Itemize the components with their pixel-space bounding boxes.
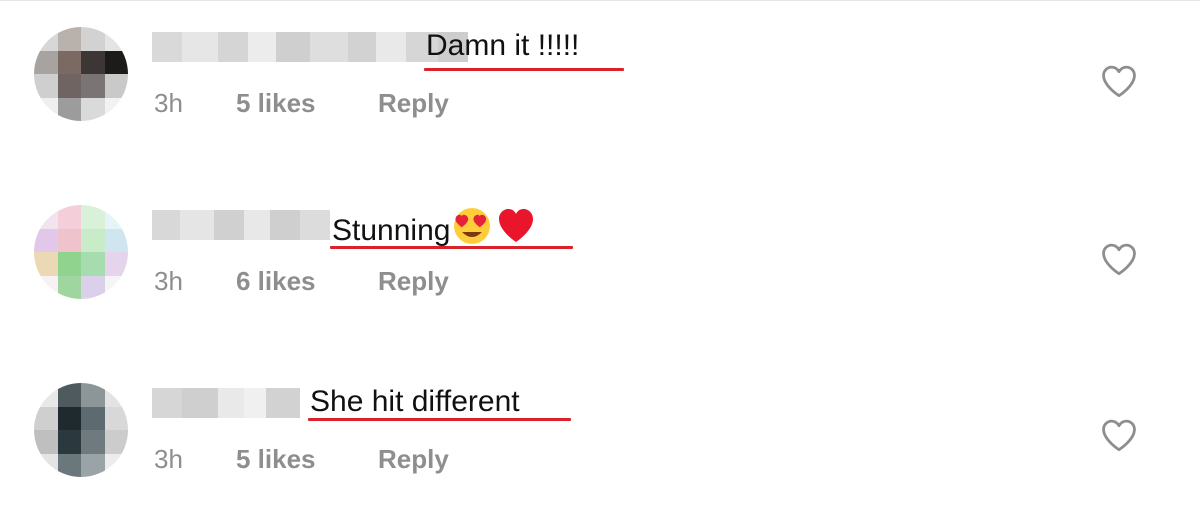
- comment-item: She hit different 3h 5 likes Reply: [0, 356, 1200, 477]
- red-heart-emoji: [499, 209, 534, 242]
- comment-item: Damn it !!!!! 3h 5 likes Reply: [0, 0, 1200, 121]
- username-blurred[interactable]: [152, 210, 330, 240]
- avatar[interactable]: [34, 205, 128, 299]
- comment-meta: 3h 6 likes Reply: [154, 266, 449, 297]
- heart-outline-icon[interactable]: [1100, 418, 1138, 452]
- heart-eyes-emoji: [454, 208, 491, 244]
- avatar[interactable]: [34, 27, 128, 121]
- username-blurred[interactable]: [152, 388, 300, 418]
- likes-count[interactable]: 5 likes: [236, 88, 378, 119]
- reply-button[interactable]: Reply: [378, 266, 449, 297]
- highlight-underline: [308, 418, 571, 421]
- comment-text: Stunning: [332, 206, 538, 249]
- comment-time: 3h: [154, 444, 183, 474]
- comment-text: Damn it !!!!!: [426, 29, 580, 62]
- comment-meta: 3h 5 likes Reply: [154, 444, 449, 475]
- heart-outline-icon[interactable]: [1100, 64, 1138, 98]
- comment-meta: 3h 5 likes Reply: [154, 88, 449, 119]
- highlight-underline: [330, 246, 573, 249]
- avatar[interactable]: [34, 383, 128, 477]
- heart-outline-icon[interactable]: [1100, 242, 1138, 276]
- comment-item: Stunning 3h 6 likes Reply: [0, 178, 1200, 299]
- comment-text: She hit different: [310, 385, 520, 418]
- reply-button[interactable]: Reply: [378, 444, 449, 475]
- comment-text-label: Stunning: [332, 214, 451, 247]
- comment-time: 3h: [154, 266, 183, 296]
- likes-count[interactable]: 6 likes: [236, 266, 378, 297]
- highlight-underline: [424, 68, 624, 71]
- username-blurred[interactable]: [152, 32, 468, 62]
- likes-count[interactable]: 5 likes: [236, 444, 378, 475]
- reply-button[interactable]: Reply: [378, 88, 449, 119]
- comment-time: 3h: [154, 88, 183, 118]
